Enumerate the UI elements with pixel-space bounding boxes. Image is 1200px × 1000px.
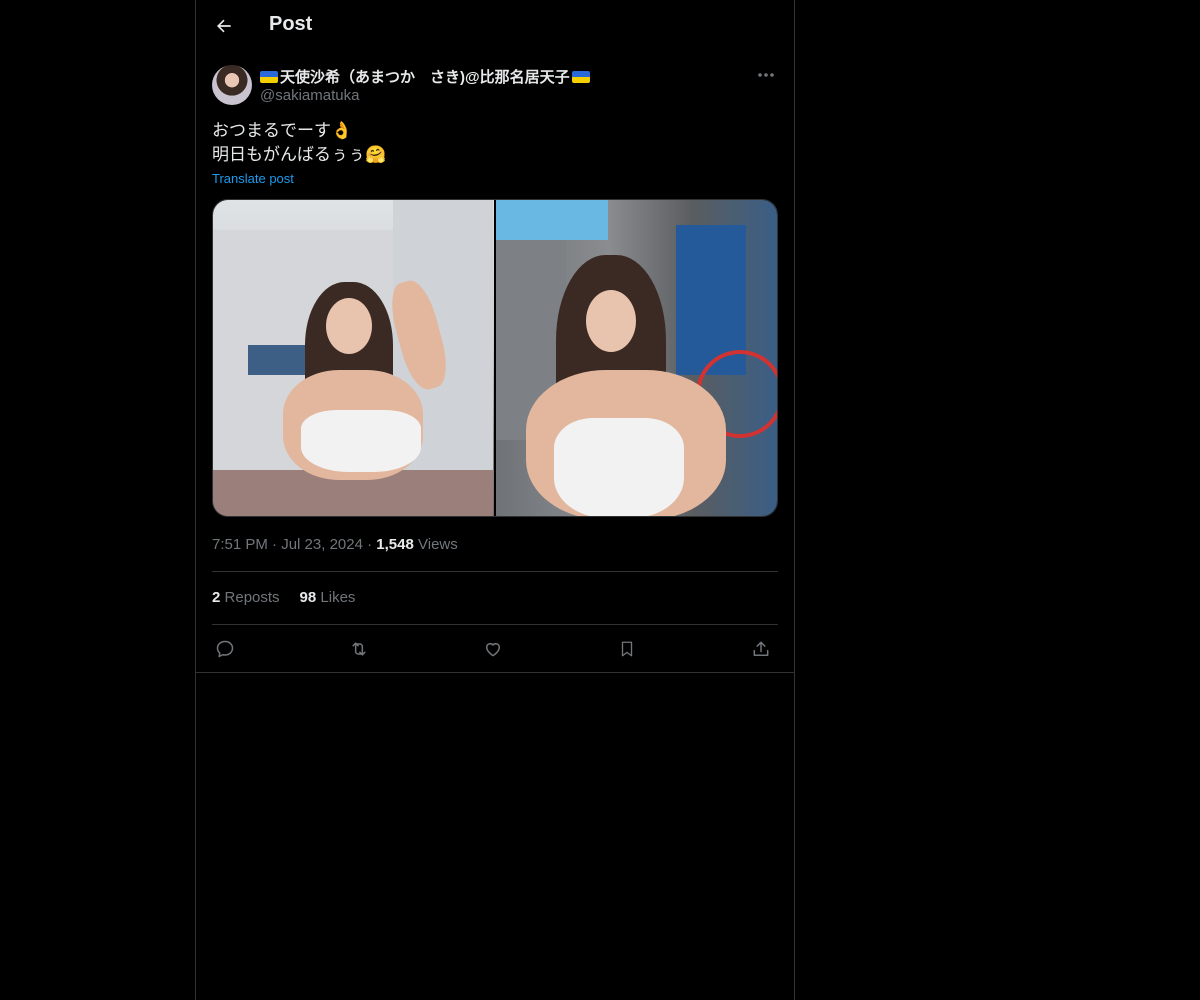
- divider: [212, 571, 778, 572]
- arrow-left-icon: [217, 19, 231, 33]
- reposts-count: 2: [212, 589, 221, 606]
- person-face-shape: [326, 298, 372, 354]
- bookmark-icon: [621, 641, 633, 657]
- post-author: 天使沙希（あまつか さき)@比那名居天子 @sakiamatuka: [212, 65, 778, 107]
- author-display-name[interactable]: 天使沙希（あまつか さき)@比那名居天子: [260, 66, 590, 87]
- post-text-line: おつまるでーす👌: [212, 121, 353, 140]
- repost-icon: [352, 642, 366, 656]
- divider: [196, 672, 794, 673]
- post-photo-2[interactable]: [496, 200, 777, 516]
- post-text-line: 明日もがんばるぅぅ🤗: [212, 145, 387, 164]
- post-photo-1[interactable]: [213, 200, 494, 516]
- more-options-button[interactable]: [754, 65, 778, 85]
- heart-icon: [486, 643, 500, 657]
- reply-icon: [216, 640, 234, 658]
- divider: [212, 624, 778, 625]
- avatar[interactable]: [212, 65, 252, 105]
- post-stats: 2 Reposts 98 Likes: [212, 589, 355, 606]
- author-handle[interactable]: @sakiamatuka: [260, 87, 359, 104]
- meta-separator: ·: [367, 536, 373, 553]
- post-time[interactable]: 7:51 PM: [212, 536, 268, 553]
- share-icon: [753, 641, 769, 656]
- views-count: 1,548: [376, 536, 414, 553]
- likes-label: Likes: [320, 589, 356, 606]
- more-horizontal-icon: [758, 73, 774, 77]
- views-label: Views: [418, 536, 458, 553]
- post-column: Post 天使沙希（あまつか さき)@比那名居天子 @sakiamatuka お…: [195, 0, 795, 1000]
- awning-shape: [248, 345, 308, 375]
- likes-stat[interactable]: 98 Likes: [300, 589, 356, 606]
- post-text: おつまるでーす👌 明日もがんばるぅぅ🤗: [212, 119, 778, 167]
- meta-separator: ·: [272, 536, 278, 553]
- page-header: Post: [196, 0, 794, 53]
- sign-shape: [496, 200, 608, 240]
- post-actions: [212, 636, 778, 662]
- back-button[interactable]: [210, 12, 238, 40]
- translate-post-link[interactable]: Translate post: [212, 171, 294, 186]
- bookmark-button[interactable]: [614, 636, 640, 662]
- page-title: Post: [269, 13, 313, 35]
- post-meta: 7:51 PM · Jul 23, 2024 · 1,548 Views: [212, 536, 458, 553]
- reply-button[interactable]: [212, 636, 238, 662]
- post-date[interactable]: Jul 23, 2024: [281, 536, 363, 553]
- person-top-shape: [554, 418, 684, 516]
- post-media: [212, 199, 778, 517]
- reposts-label: Reposts: [224, 589, 280, 606]
- reposts-stat[interactable]: 2 Reposts: [212, 589, 280, 606]
- likes-count: 98: [299, 589, 317, 606]
- share-button[interactable]: [748, 636, 774, 662]
- like-button[interactable]: [480, 636, 506, 662]
- person-top-shape: [301, 410, 421, 472]
- ukraine-flag-icon: [260, 70, 278, 83]
- author-name-text: 天使沙希（あまつか さき)@比那名居天子: [280, 69, 570, 86]
- repost-button[interactable]: [346, 636, 372, 662]
- ukraine-flag-icon: [571, 70, 590, 83]
- person-face-shape: [586, 290, 636, 352]
